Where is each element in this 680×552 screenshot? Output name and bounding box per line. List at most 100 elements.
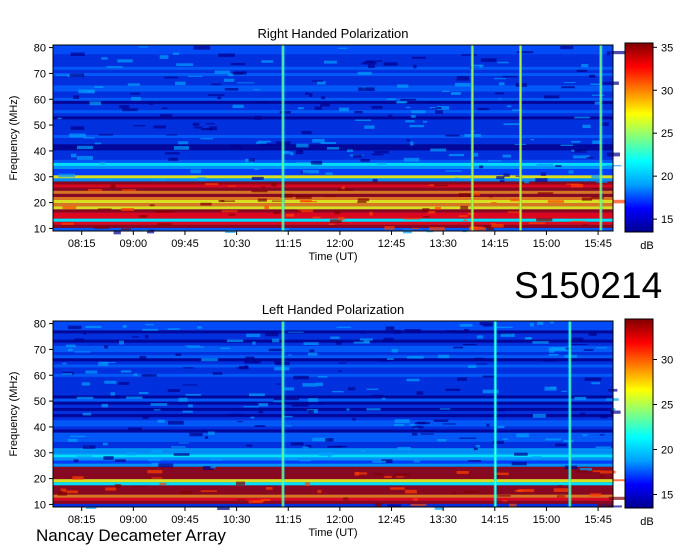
spectrum-patch — [463, 490, 480, 494]
spectrum-patch — [312, 80, 323, 82]
spectrum-patch — [284, 387, 294, 391]
spectrum-patch — [473, 357, 485, 361]
spectrum-patch — [488, 196, 493, 198]
spectrum-patch — [400, 98, 416, 101]
spectrum-patch — [257, 140, 271, 143]
spectrum-patch — [236, 499, 246, 501]
spectrum-strip — [53, 206, 613, 210]
spectrum-strip — [53, 175, 613, 179]
spectrum-patch — [61, 222, 74, 225]
spectrum-patch — [445, 388, 461, 392]
x-tick-label: 09:45 — [171, 238, 199, 250]
spectrum-patch — [299, 199, 312, 203]
spectrum-patch — [173, 146, 190, 150]
spectrum-patch — [479, 165, 484, 169]
spectrum-patch — [507, 105, 512, 108]
spectrum-patch — [590, 83, 600, 85]
x-tick-label: 15:00 — [533, 514, 561, 526]
spectrum-patch — [374, 150, 389, 154]
spectrum-patch — [545, 438, 562, 441]
spectrum-patch — [62, 373, 73, 375]
spectrum-patch — [132, 485, 147, 487]
spectrum-patch — [403, 157, 420, 162]
spectrum-patch — [364, 125, 375, 129]
x-tick-label: 12:00 — [326, 238, 354, 250]
spectrum-patch — [258, 403, 269, 407]
spectrum-patch — [235, 367, 247, 369]
spectrum-patch — [110, 392, 116, 396]
spectrum-patch — [393, 423, 405, 427]
spectrum-patch — [98, 133, 114, 136]
spectrum-patch — [459, 323, 473, 327]
y-tick-label: 50 — [34, 120, 46, 132]
spectrum-patch — [214, 70, 231, 74]
spectrum-patch — [228, 185, 237, 187]
spectrum-patch — [366, 408, 381, 411]
spectrum-patch — [480, 58, 497, 62]
spectrum-patch — [338, 362, 347, 364]
spectrum-patch — [62, 362, 67, 365]
spectrum-patch — [192, 122, 200, 126]
spectrum-patch — [416, 391, 424, 395]
spectrum-patch — [547, 200, 564, 203]
spectrum-patch — [384, 226, 395, 230]
x-axis-label: Time (UT) — [308, 527, 357, 539]
spectrum-patch — [167, 389, 181, 393]
spectrum-patch — [361, 62, 377, 65]
spectrum-patch — [101, 57, 108, 60]
spectrum-patch — [433, 419, 449, 422]
x-tick-label: 09:00 — [120, 238, 148, 250]
spectrum-patch — [183, 367, 194, 369]
spectrum-patch — [543, 359, 556, 362]
spectrum-patch — [85, 370, 98, 374]
spectrum-patch — [68, 348, 73, 352]
spectrum-patch — [476, 335, 484, 339]
spectrum-patch — [535, 178, 548, 182]
spectrum-patch — [288, 354, 292, 356]
colorbar-tick-label: 30 — [661, 355, 673, 367]
spectrum-strip — [53, 500, 613, 504]
spectrum-patch — [386, 98, 396, 100]
spectrum-patch — [468, 460, 482, 462]
spectrum-patch — [271, 182, 277, 187]
x-tick-label: 10:30 — [223, 514, 251, 526]
spectrum-patch — [511, 461, 527, 466]
spectrum-patch — [366, 388, 379, 390]
spectrum-patch — [159, 114, 173, 118]
y-tick-label: 80 — [34, 319, 46, 331]
spectrum-strip — [53, 392, 613, 396]
spectrum-patch — [367, 64, 375, 69]
spectrum-strip — [53, 379, 613, 383]
spectrum-patch — [388, 114, 393, 119]
spectrum-patch — [357, 201, 367, 203]
spectrum-patch — [473, 152, 479, 157]
spectrum-patch — [459, 437, 477, 439]
spectrum-patch — [70, 52, 85, 56]
spectrum-patch — [324, 195, 337, 198]
spectrum-patch — [218, 53, 235, 57]
spectrum-patch — [510, 198, 520, 202]
spectrum-patch — [442, 90, 450, 92]
spectrum-strip — [53, 103, 613, 107]
spectrum-patch — [188, 404, 193, 408]
spectrum-patch — [70, 153, 77, 158]
spectrum-patch — [572, 337, 584, 340]
spectrum-patch — [326, 147, 340, 150]
spectrum-patch — [303, 342, 319, 346]
spectrum-patch — [352, 417, 356, 421]
spectrum-patch — [103, 456, 114, 460]
spectrum-patch — [549, 349, 555, 353]
spectrum-patch — [599, 434, 605, 436]
spectrum-patch — [454, 177, 459, 180]
spectrum-patch — [500, 333, 515, 337]
spectrum-patch — [536, 163, 554, 168]
spectrum-patch — [248, 158, 255, 162]
spectrum-patch — [243, 406, 259, 408]
spectrum-patch — [488, 160, 502, 162]
spectrum-patch — [307, 409, 314, 414]
spectrum-patch — [502, 499, 508, 502]
spectrum-patch — [498, 409, 506, 412]
spectrum-patch — [70, 126, 85, 130]
spectrum-patch — [324, 60, 337, 64]
spectrum-strip — [53, 66, 613, 70]
